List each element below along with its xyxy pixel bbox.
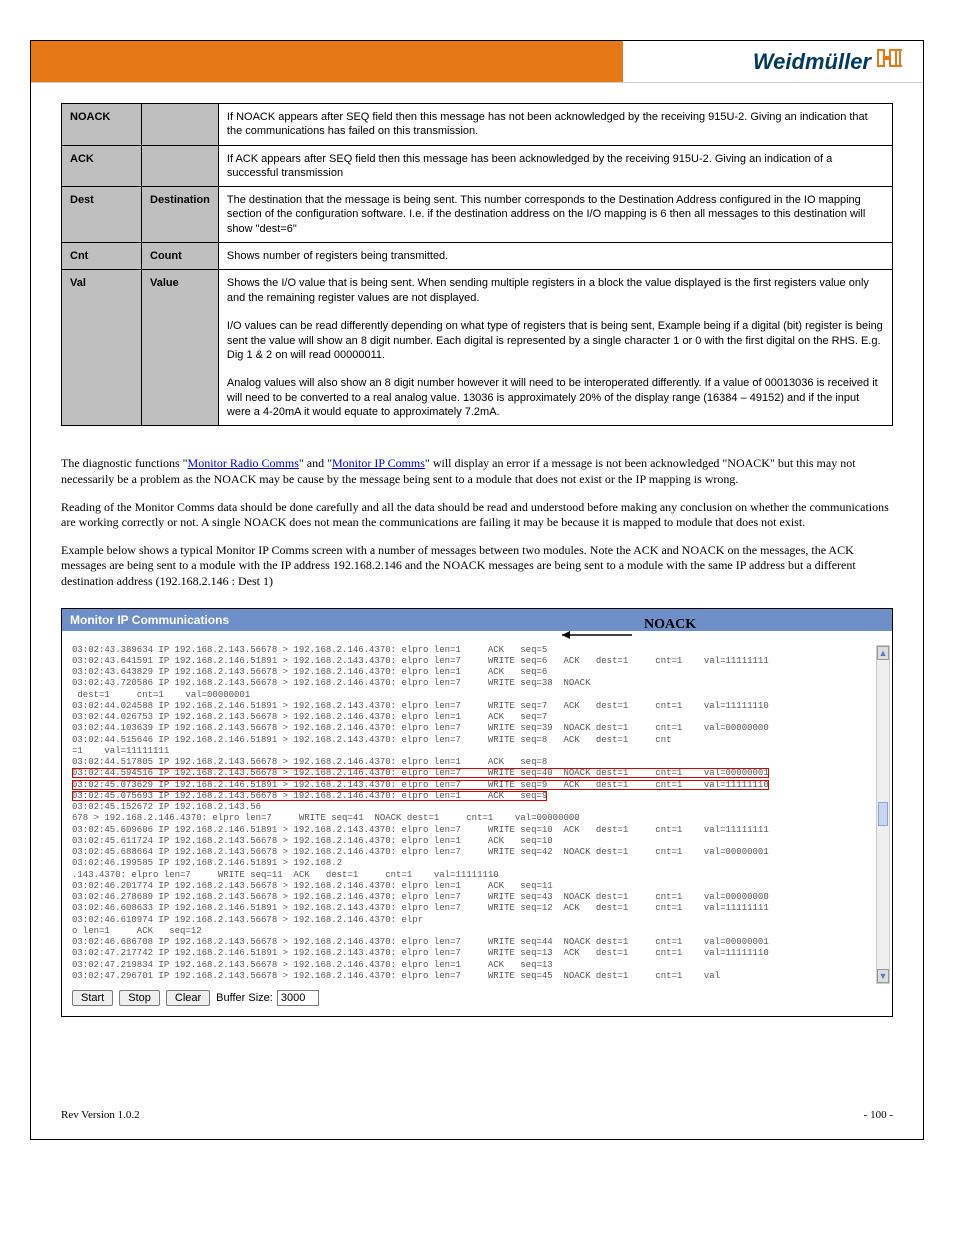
desc-cell: If ACK appears after SEQ field then this…: [218, 145, 892, 187]
table-row: ValValueShows the I/O value that is bein…: [62, 270, 893, 426]
term-blank-cell: [142, 145, 219, 187]
paragraph-2: Reading of the Monitor Comms data should…: [61, 500, 893, 531]
p1-a: The diagnostic functions ": [61, 456, 188, 470]
header-orange-bar: [43, 41, 643, 82]
term-blank-cell: Count: [142, 243, 219, 270]
brand-text: Weidmüller: [753, 49, 871, 75]
footer-version: Rev Version 1.0.2: [61, 1109, 140, 1121]
desc-cell: If NOACK appears after SEQ field then th…: [218, 104, 892, 146]
term-blank-cell: [142, 104, 219, 146]
scroll-down-icon[interactable]: ▼: [877, 969, 889, 983]
term-blank-cell: Value: [142, 270, 219, 426]
body-paragraphs: The diagnostic functions "Monitor Radio …: [61, 456, 893, 589]
table-row: DestDestinationThe destination that the …: [62, 187, 893, 243]
monitor-titlebar: Monitor IP Communications: [62, 609, 892, 631]
desc-cell: Shows number of registers being transmit…: [218, 243, 892, 270]
footer-page-number: - 100 -: [864, 1109, 893, 1121]
term-cell: ACK: [62, 145, 142, 187]
noack-annotation: NOACK: [644, 617, 696, 633]
table-row: NOACK If NOACK appears after SEQ field th…: [62, 104, 893, 146]
header-accent: [31, 41, 43, 82]
brand-logo: Weidmüller: [753, 47, 903, 76]
page-footer: Rev Version 1.0.2 - 100 -: [61, 1109, 893, 1121]
desc-cell: The destination that the message is bein…: [218, 187, 892, 243]
scroll-thumb[interactable]: [878, 802, 888, 826]
table-row: CntCountShows number of registers being …: [62, 243, 893, 270]
monitor-body: 03:02:43.389634 IP 192.168.2.143.56678 >…: [62, 631, 892, 1017]
link-monitor-ip[interactable]: Monitor IP Comms: [332, 456, 425, 470]
term-cell: NOACK: [62, 104, 142, 146]
paragraph-1: The diagnostic functions "Monitor Radio …: [61, 456, 893, 487]
link-monitor-radio[interactable]: Monitor Radio Comms: [188, 456, 299, 470]
log-textarea[interactable]: 03:02:43.389634 IP 192.168.2.143.56678 >…: [72, 645, 882, 983]
term-cell: Cnt: [62, 243, 142, 270]
paragraph-3: Example below shows a typical Monitor IP…: [61, 543, 893, 590]
term-cell: Val: [62, 270, 142, 426]
stop-button[interactable]: Stop: [119, 990, 160, 1006]
term-cell: Dest: [62, 187, 142, 243]
page-header: Weidmüller: [31, 41, 923, 83]
definitions-table: NOACK If NOACK appears after SEQ field th…: [61, 103, 893, 426]
term-blank-cell: Destination: [142, 187, 219, 243]
scroll-up-icon[interactable]: ▲: [877, 646, 889, 660]
header-logo-area: Weidmüller: [623, 41, 923, 82]
buffer-size-input[interactable]: [277, 990, 319, 1006]
p1-b: " and ": [299, 456, 332, 470]
desc-cell: Shows the I/O value that is being sent. …: [218, 270, 892, 426]
monitor-controls: Start Stop Clear Buffer Size:: [72, 988, 882, 1010]
start-button[interactable]: Start: [72, 990, 113, 1006]
table-row: ACK If ACK appears after SEQ field then t…: [62, 145, 893, 187]
clear-button[interactable]: Clear: [166, 990, 210, 1006]
monitor-panel: Monitor IP Communications 03:02:43.38963…: [61, 608, 893, 1018]
brand-symbol-icon: [877, 47, 903, 76]
buffer-size-group: Buffer Size:: [216, 990, 319, 1006]
scrollbar-track[interactable]: ▲ ▼: [876, 645, 890, 985]
buffer-size-label: Buffer Size:: [216, 992, 273, 1004]
